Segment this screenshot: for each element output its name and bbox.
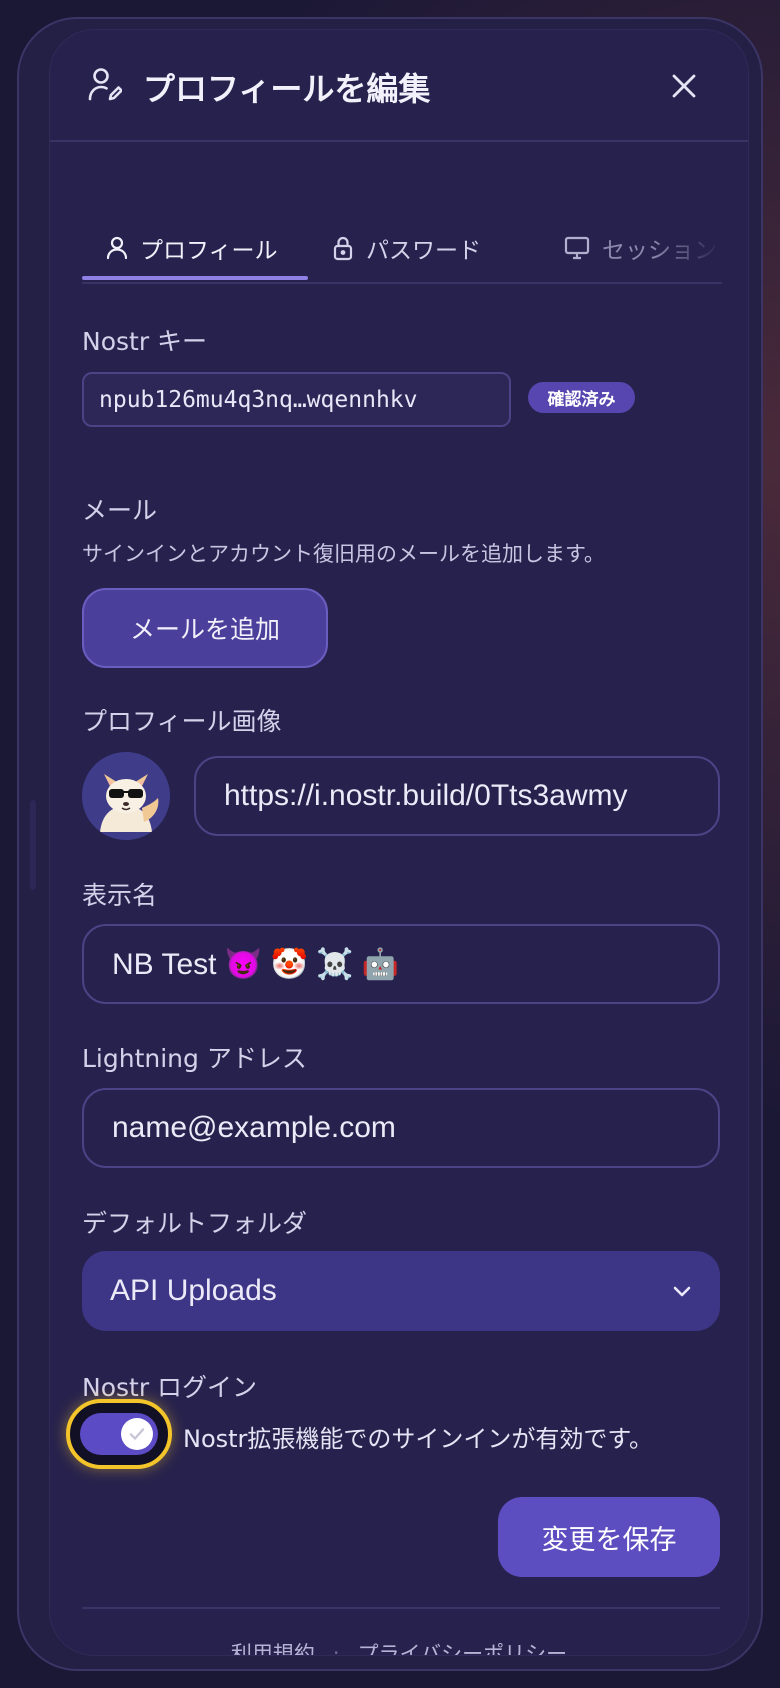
default-folder-select[interactable]: API Uploads	[82, 1251, 720, 1331]
display-name-label: 表示名	[82, 881, 158, 910]
profile-image-url-value: https://i.nostr.build/0Tts3awmy	[224, 779, 628, 812]
default-folder-value: API Uploads	[110, 1274, 277, 1307]
nostr-login-toggle[interactable]	[80, 1413, 158, 1455]
nostr-key-value: npub126mu4q3nq…wqennhkv	[82, 372, 511, 427]
email-label: メール	[82, 496, 158, 525]
display-name-input[interactable]: NB Test 😈 🤡 ☠️ 🤖	[82, 924, 720, 1004]
nostr-login-status: Nostr拡張機能でのサインインが有効です。	[183, 1425, 654, 1453]
lightning-address-input[interactable]: name@example.com	[82, 1088, 720, 1168]
lock-icon	[333, 236, 353, 261]
privacy-link[interactable]: プライバシーポリシー	[358, 1638, 568, 1655]
email-helper-text: サインインとアカウント復旧用のメールを追加します。	[82, 542, 605, 566]
close-icon	[672, 74, 696, 98]
modal-title: プロフィールを編集	[143, 70, 431, 108]
fox-avatar-image	[82, 752, 170, 840]
scrollbar[interactable]	[30, 800, 36, 890]
add-email-button[interactable]: メールを追加	[82, 588, 328, 668]
tab-profile-label: プロフィール	[140, 238, 278, 264]
footer-divider	[82, 1607, 720, 1609]
lightning-address-label: Lightning アドレス	[82, 1044, 307, 1073]
toggle-knob	[121, 1418, 153, 1450]
avatar	[82, 752, 170, 840]
monitor-icon	[564, 236, 590, 260]
modal-header: プロフィールを編集	[50, 30, 748, 142]
tab-password[interactable]: パスワード	[332, 228, 481, 268]
verified-badge: 確認済み	[528, 382, 635, 413]
chevron-down-icon	[673, 1286, 691, 1297]
tab-overflow-fade	[652, 210, 722, 278]
default-folder-label: デフォルトフォルダ	[82, 1209, 308, 1238]
nostr-key-label: Nostr キー	[82, 327, 208, 356]
tab-profile[interactable]: プロフィール	[106, 228, 278, 268]
display-name-value: NB Test 😈 🤡 ☠️ 🤖	[112, 947, 400, 981]
footer-separator: ·	[332, 1641, 340, 1655]
active-tab-indicator	[82, 276, 308, 280]
profile-image-url-input[interactable]: https://i.nostr.build/0Tts3awmy	[194, 756, 720, 836]
close-button[interactable]	[664, 66, 704, 106]
check-icon	[129, 1428, 145, 1440]
footer: 利用規約 · プライバシーポリシー	[50, 1638, 748, 1655]
profile-image-label: プロフィール画像	[82, 707, 282, 736]
user-edit-icon	[88, 68, 122, 101]
save-button[interactable]: 変更を保存	[498, 1497, 720, 1577]
tab-bar: プロフィール パスワード セッション	[82, 210, 722, 284]
lightning-address-placeholder: name@example.com	[112, 1111, 396, 1144]
terms-link[interactable]: 利用規約	[231, 1638, 315, 1655]
edit-profile-modal: プロフィールを編集 プロフィール パスワード セッション	[50, 30, 748, 1655]
user-icon	[106, 236, 128, 260]
tab-password-label: パスワード	[366, 238, 481, 264]
